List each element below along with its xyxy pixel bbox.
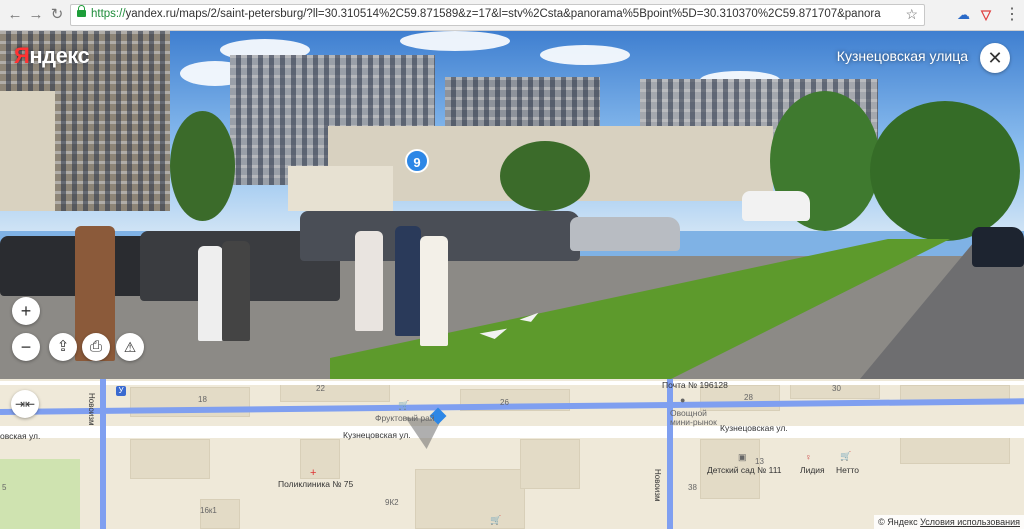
house-number: 30: [832, 384, 841, 393]
bookmark-star-icon[interactable]: ☆: [905, 6, 918, 23]
map-label-street: Кузнецовская ул.: [343, 430, 411, 440]
map-label-street: овская ул.: [0, 431, 41, 441]
street-name: Кузнецовская улица: [836, 48, 968, 64]
browser-toolbar: ← → ↻ https://yandex.ru/maps/2/saint-pet…: [0, 0, 1024, 31]
yandex-logo: Яндекс: [14, 43, 90, 69]
pedestrian: [420, 236, 448, 346]
clinic-icon: +: [310, 467, 317, 479]
pedestrian: [355, 231, 383, 331]
back-icon[interactable]: ←: [6, 6, 24, 24]
map-label-clinic: Поликлиника № 75: [278, 479, 354, 489]
mini-map[interactable]: овская ул. Кузнецовская ул. Кузнецовская…: [0, 379, 1024, 529]
cloud: [540, 45, 630, 65]
shop-icon: 🛒: [840, 451, 852, 461]
share-button[interactable]: ⇪: [49, 333, 77, 361]
expand-map-button[interactable]: ⇥⇤: [11, 390, 39, 418]
panorama-route-vertical: [100, 379, 106, 529]
house-number: 5: [2, 483, 7, 492]
moving-car: [972, 227, 1024, 267]
road: [0, 381, 1024, 385]
map-label-fruit: Фруктовый рай: [375, 413, 435, 423]
url-rest: yandex.ru/maps/2/saint-petersburg/?ll=30…: [125, 8, 881, 20]
house-number: 22: [316, 384, 325, 393]
shop-icon: 🛒: [490, 515, 502, 525]
map-block: [415, 469, 525, 529]
copyright: © Яндекс Условия использования: [874, 515, 1024, 529]
map-block: [280, 384, 390, 402]
vpn-extension-icon[interactable]: ▽: [981, 7, 991, 23]
kindergarten-icon: ▣: [738, 452, 747, 462]
map-label-post: Почта № 196128: [662, 380, 728, 390]
zoom-in-button[interactable]: +: [12, 297, 40, 325]
house-number: 16к1: [200, 506, 217, 515]
url-text[interactable]: https://yandex.ru/maps/2/saint-petersbur…: [91, 8, 881, 20]
logo-text: ндекс: [29, 43, 90, 68]
market-icon: ●: [680, 395, 686, 405]
store-icon: ♀: [805, 452, 812, 462]
forward-icon[interactable]: →: [27, 6, 45, 24]
house-number: 18: [198, 395, 207, 404]
logo-letter: Я: [14, 43, 30, 68]
house-number: 13: [755, 457, 764, 466]
report-button[interactable]: ⚠: [116, 333, 144, 361]
tree: [170, 111, 235, 221]
tree: [870, 101, 1020, 241]
pedestrian: [198, 246, 223, 341]
map-label-netto: Нетто: [836, 465, 860, 475]
house-number: 38: [688, 483, 697, 492]
building-left-wall: [0, 91, 55, 211]
map-block: [300, 439, 340, 479]
kiosk-building: [288, 166, 393, 211]
menu-icon[interactable]: ⋮: [1004, 7, 1020, 23]
map-block: [520, 439, 580, 489]
map-block: [900, 434, 1010, 464]
pedestrian: [222, 241, 250, 341]
map-label-novoizm: Новоизм: [653, 469, 662, 502]
close-panorama-button[interactable]: ✕: [980, 43, 1010, 73]
cloud-extension-icon[interactable]: ☁: [957, 7, 970, 23]
map-label-market: Овощной мини-рынок: [670, 408, 717, 427]
panorama-route-vertical: [667, 379, 673, 529]
white-van: [742, 191, 810, 221]
print-button[interactable]: ⎙: [82, 333, 110, 361]
copyright-brand: © Яндекс: [878, 517, 918, 527]
metro-icon: У: [116, 386, 126, 396]
map-label-street: Кузнецовская ул.: [720, 423, 788, 433]
reload-icon[interactable]: ↻: [48, 6, 66, 24]
pedestrian: [395, 226, 421, 336]
address-bar[interactable]: https://yandex.ru/maps/2/saint-petersbur…: [70, 4, 925, 26]
shop-icon: 🛒: [398, 400, 410, 410]
road-kuznetsovskaya: [0, 426, 1024, 438]
house-number: 26: [500, 398, 509, 407]
lock-icon: [77, 5, 86, 17]
url-scheme: https://: [91, 8, 126, 20]
house-number: 28: [744, 393, 753, 402]
cloud: [400, 31, 510, 51]
zoom-out-button[interactable]: −: [12, 333, 40, 361]
parked-car: [570, 217, 680, 251]
park-area: [0, 459, 80, 529]
panorama-marker[interactable]: 9: [405, 149, 429, 173]
terms-link[interactable]: Условия использования: [920, 517, 1020, 527]
map-label-lidia: Лидия: [800, 465, 825, 475]
map-label-kindergarten: Детский сад № 111: [707, 465, 782, 475]
map-block: [130, 439, 210, 479]
house-number: 9К2: [385, 498, 399, 507]
tree: [500, 141, 590, 211]
map-label-novoizm: Новоизм: [87, 393, 96, 426]
street-panorama[interactable]: Яндекс Кузнецовская улица ✕ 9 + − ⇪ ⎙ ⚠: [0, 31, 1024, 379]
